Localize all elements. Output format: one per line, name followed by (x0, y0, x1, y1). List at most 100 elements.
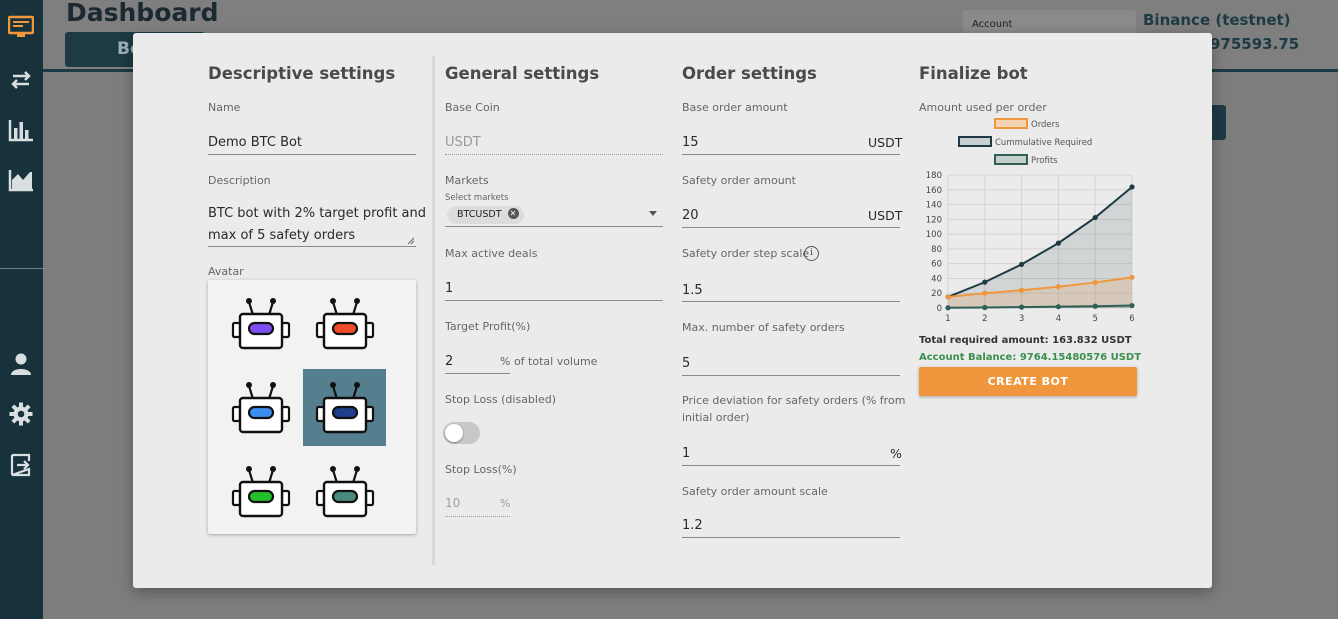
dashboard-icon[interactable] (8, 14, 34, 40)
data-point (1019, 261, 1025, 268)
name-underline (208, 154, 416, 155)
description-label: Description (208, 174, 271, 187)
y-tick-label: 20 (931, 289, 942, 299)
market-chip-label: BTCUSDT (457, 209, 502, 220)
stop-loss-label: Stop Loss(%) (445, 463, 517, 476)
descriptive-settings-title: Descriptive settings (208, 64, 396, 83)
amount-scale-label: Safety order amount scale (682, 485, 828, 498)
market-chip[interactable]: BTCUSDT ✕ (447, 206, 524, 224)
max-active-deals-underline (445, 300, 663, 301)
account-balance: Account Balance: 9764.15480576 USDT (919, 352, 1142, 363)
step-scale-input[interactable]: 1.5 (682, 283, 703, 298)
avatar-label: Avatar (208, 265, 244, 278)
data-point (982, 290, 988, 296)
avatar-option[interactable] (303, 453, 386, 530)
description-line-2[interactable]: max of 5 safety orders (208, 228, 355, 243)
description-line-1[interactable]: BTC bot with 2% target profit and (208, 206, 426, 221)
y-tick-label: 180 (926, 171, 942, 181)
y-tick-label: 100 (926, 230, 942, 240)
price-deviation-unit: % (890, 446, 902, 461)
base-order-unit: USDT (868, 135, 903, 150)
toggle-knob (445, 424, 463, 442)
legend-label: Profits (1031, 156, 1058, 166)
y-tick-label: 80 (931, 245, 942, 255)
select-markets-label: Select markets (445, 193, 509, 203)
step-scale-label: Safety order step scale (682, 247, 810, 260)
y-tick-label: 160 (926, 186, 942, 196)
amount-per-order-chart: 0 20 40 60 80 100 120 140 160 180 1 2 3 4 5 6 Orders Cumm… (926, 118, 1135, 324)
max-safety-orders-underline (682, 375, 900, 376)
info-icon[interactable]: i (804, 246, 819, 261)
avatar-option[interactable] (219, 453, 302, 530)
max-safety-orders-input[interactable]: 5 (682, 356, 690, 371)
area-chart-icon[interactable] (8, 167, 34, 193)
x-tick-label: 4 (1056, 314, 1061, 324)
data-point (982, 279, 988, 285)
y-tick-label: 140 (926, 201, 942, 211)
avatar-option[interactable] (303, 285, 386, 362)
max-active-deals-input[interactable]: 1 (445, 281, 453, 296)
target-profit-label: Target Profit(%) (445, 320, 531, 333)
resize-handle-icon[interactable] (407, 237, 415, 245)
data-point (1019, 287, 1025, 293)
logout-icon[interactable] (8, 452, 34, 478)
base-order-underline (682, 154, 900, 155)
avatar-option[interactable] (219, 285, 302, 362)
avatar-picker (208, 280, 416, 534)
page-title: Dashboard (66, 0, 219, 27)
data-point (982, 304, 988, 311)
create-bot-button[interactable]: CREATE BOT (919, 367, 1137, 396)
create-bot-dialog: Descriptive settings Name Demo BTC Bot D… (133, 33, 1212, 588)
data-point (1129, 184, 1135, 190)
data-point (1019, 304, 1025, 310)
legend-swatch (994, 118, 1028, 129)
bar-chart-icon[interactable] (8, 117, 34, 143)
robot-icon (315, 381, 374, 433)
markets-label: Markets (445, 174, 489, 187)
data-point (1129, 274, 1135, 280)
target-profit-suffix: % of total volume (500, 355, 598, 368)
avatar-option[interactable] (303, 369, 386, 446)
stop-loss-suffix: % (500, 497, 511, 510)
x-tick-label: 6 (1129, 314, 1134, 324)
target-profit-input[interactable]: 2 (445, 354, 453, 369)
legend-label: Cummulative Required (995, 138, 1092, 148)
robot-icon (231, 381, 290, 433)
base-order-label: Base order amount (682, 101, 788, 114)
data-point (1055, 304, 1061, 310)
max-safety-orders-label: Max. number of safety orders (682, 321, 845, 334)
safety-order-input[interactable]: 20 (682, 208, 699, 223)
sidebar (0, 0, 43, 619)
chevron-down-icon[interactable] (649, 211, 657, 216)
robot-icon (231, 297, 290, 349)
legend-swatch (958, 136, 992, 147)
price-deviation-underline (682, 465, 900, 466)
stop-loss-toggle[interactable] (443, 422, 480, 444)
gear-icon[interactable] (8, 401, 34, 427)
legend-label: Orders (1031, 120, 1060, 130)
base-order-input[interactable]: 15 (682, 135, 699, 150)
stop-loss-toggle-label: Stop Loss (disabled) (445, 393, 557, 406)
amount-scale-input[interactable]: 1.2 (682, 518, 703, 533)
safety-order-label: Safety order amount (682, 174, 796, 187)
stop-loss-underline (445, 516, 510, 517)
column-divider (432, 56, 435, 565)
chip-remove-icon[interactable]: ✕ (507, 208, 519, 219)
x-tick-label: 1 (945, 314, 950, 324)
y-tick-label: 120 (926, 215, 942, 225)
safety-order-unit: USDT (868, 208, 903, 223)
user-icon[interactable] (8, 351, 34, 377)
data-point (945, 294, 951, 300)
name-input[interactable]: Demo BTC Bot (208, 135, 302, 150)
base-coin-input: USDT (445, 135, 481, 150)
price-deviation-input[interactable]: 1 (682, 446, 690, 461)
data-point (1092, 303, 1098, 309)
robot-icon (231, 465, 290, 517)
y-tick-label: 60 (931, 260, 942, 270)
avatar-option[interactable] (219, 369, 302, 446)
price-deviation-label-2: initial order) (682, 411, 750, 424)
stop-loss-input: 10 (445, 496, 461, 510)
exchange-name: Binance (testnet) (1143, 11, 1291, 29)
exchange-arrows-icon[interactable] (8, 67, 34, 93)
markets-underline (445, 226, 663, 227)
